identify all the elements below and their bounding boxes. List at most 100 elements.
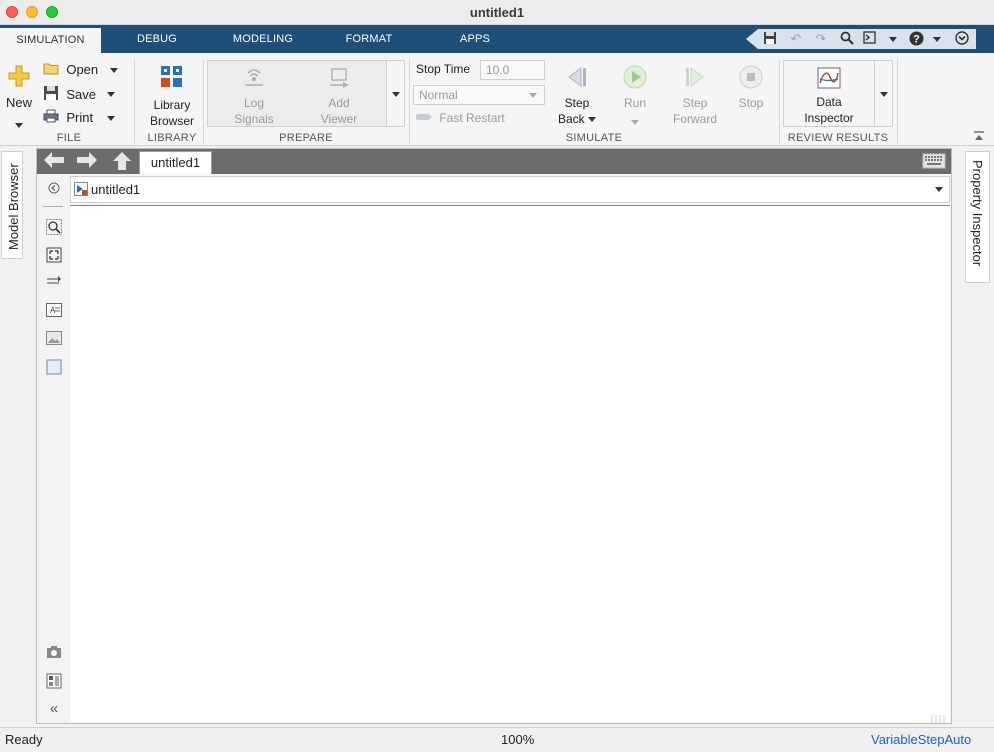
run-button[interactable]: Run (614, 65, 656, 130)
qat-dropdown-icon[interactable] (889, 37, 897, 42)
image-icon[interactable] (46, 331, 62, 347)
save-dropdown-icon[interactable] (107, 92, 115, 97)
add-viewer-button[interactable]: Add Viewer (303, 67, 375, 127)
stop-icon (739, 65, 763, 92)
collapse-ribbon-icon[interactable] (954, 31, 970, 47)
section-divider (203, 59, 204, 143)
zoom-level: 100% (501, 732, 535, 747)
collapse-palette-icon[interactable]: « (46, 701, 62, 717)
run-label: Run (623, 96, 646, 110)
save-icon[interactable] (762, 31, 778, 47)
fast-restart-label: Fast Restart (439, 111, 505, 125)
log-signals-icon (243, 69, 265, 92)
fit-to-view-icon[interactable] (46, 247, 62, 263)
help-dropdown-icon[interactable] (933, 37, 941, 42)
search-icon[interactable] (839, 31, 855, 47)
step-back-dropdown-icon[interactable] (588, 117, 597, 123)
block-palette: A « (37, 174, 69, 723)
save-icon (43, 85, 59, 106)
tab-modeling[interactable]: MODELING (222, 25, 304, 53)
log-signals-label-2: Signals (234, 112, 274, 126)
save-label: Save (66, 86, 96, 102)
open-dropdown-icon[interactable] (110, 68, 118, 73)
model-tab[interactable]: untitled1 (139, 151, 212, 174)
model-browser-label: Model Browser (6, 163, 21, 250)
fast-restart-button[interactable]: Fast Restart (415, 111, 505, 126)
new-icon (8, 65, 30, 90)
review-expand-button[interactable] (875, 60, 893, 127)
library-section-label: LIBRARY (147, 132, 197, 144)
model-info-icon[interactable] (46, 673, 62, 689)
log-signals-button[interactable]: Log Signals (218, 67, 290, 127)
address-dropdown-icon[interactable] (935, 187, 943, 192)
resize-grip-icon[interactable] (930, 712, 948, 723)
signal-arrow-icon[interactable] (46, 275, 62, 291)
simulate-section-label: SIMULATE (565, 132, 623, 144)
data-inspector-label-1: Data (816, 95, 842, 109)
property-inspector-tab[interactable]: Property Inspector (965, 151, 990, 283)
add-viewer-label-2: Viewer (320, 112, 358, 126)
solver-link[interactable]: VariableStepAuto (871, 732, 971, 747)
run-dropdown-icon[interactable] (631, 120, 639, 126)
help-icon[interactable]: ? (908, 31, 924, 47)
print-button[interactable]: Print (43, 109, 123, 127)
data-inspector-label-2: Inspector (804, 111, 854, 125)
address-path: untitled1 (91, 182, 141, 197)
library-browser-button[interactable]: Library Browser (141, 65, 203, 129)
palette-divider (43, 206, 63, 207)
prepare-section-label: PREPARE (279, 132, 333, 144)
minimize-toolstrip-icon[interactable] (973, 130, 985, 145)
step-back-button[interactable]: Step Back (554, 65, 600, 127)
section-divider (897, 59, 898, 143)
print-dropdown-icon[interactable] (107, 116, 115, 121)
tab-format[interactable]: FORMAT (335, 25, 403, 53)
svg-text:?: ? (913, 34, 920, 46)
address-bar[interactable]: untitled1 (70, 176, 950, 203)
tab-simulation[interactable]: SIMULATION (0, 25, 101, 53)
model-canvas[interactable] (70, 205, 950, 723)
prepare-expand-button[interactable] (387, 60, 405, 127)
add-viewer-label-1: Add (328, 96, 350, 110)
run-icon (623, 65, 647, 92)
library-browser-icon (160, 66, 184, 92)
tab-debug[interactable]: DEBUG (126, 25, 188, 53)
zoom-icon[interactable] (46, 219, 62, 235)
stop-button[interactable]: Stop (732, 65, 770, 111)
open-button[interactable]: Open (43, 61, 123, 79)
section-divider (409, 59, 410, 143)
data-inspector-icon (817, 67, 841, 92)
up-arrow-icon[interactable] (111, 151, 133, 173)
data-inspector-button[interactable]: Data Inspector (790, 67, 868, 126)
hide-explorer-icon[interactable] (46, 182, 62, 198)
open-label: Open (66, 62, 99, 77)
step-back-icon (565, 67, 589, 92)
model-browser-tab[interactable]: Model Browser (1, 151, 23, 259)
section-divider (134, 59, 135, 143)
redo-icon[interactable]: ↷ (813, 31, 829, 47)
command-icon[interactable] (863, 31, 879, 47)
save-button[interactable]: Save (43, 85, 123, 103)
new-button[interactable]: New (4, 65, 34, 133)
step-forward-button[interactable]: Step Forward (667, 65, 723, 127)
step-back-label-2: Back (554, 111, 600, 127)
camera-icon[interactable] (46, 645, 62, 661)
new-dropdown-icon[interactable] (15, 123, 23, 129)
tab-apps[interactable]: APPS (450, 25, 500, 53)
back-arrow-icon[interactable] (43, 151, 65, 173)
annotation-icon[interactable]: A (46, 303, 62, 319)
review-dropdown-icon (880, 92, 888, 97)
area-icon[interactable] (46, 359, 62, 375)
step-forward-label-1: Step (682, 96, 708, 110)
status-text: Ready (5, 732, 43, 747)
review-section-label: REVIEW RESULTS (787, 132, 889, 144)
forward-arrow-icon[interactable] (76, 151, 98, 173)
stop-time-input[interactable]: 10.0 (480, 60, 545, 80)
model-icon (74, 182, 88, 199)
keyboard-icon[interactable] (922, 153, 946, 172)
simulation-mode-select[interactable]: Normal (413, 85, 545, 105)
window-title: untitled1 (469, 5, 525, 20)
property-inspector-label: Property Inspector (970, 160, 985, 267)
new-label: New (5, 95, 32, 110)
undo-icon[interactable]: ↶ (788, 31, 804, 47)
prepare-dropdown-icon (392, 92, 400, 97)
